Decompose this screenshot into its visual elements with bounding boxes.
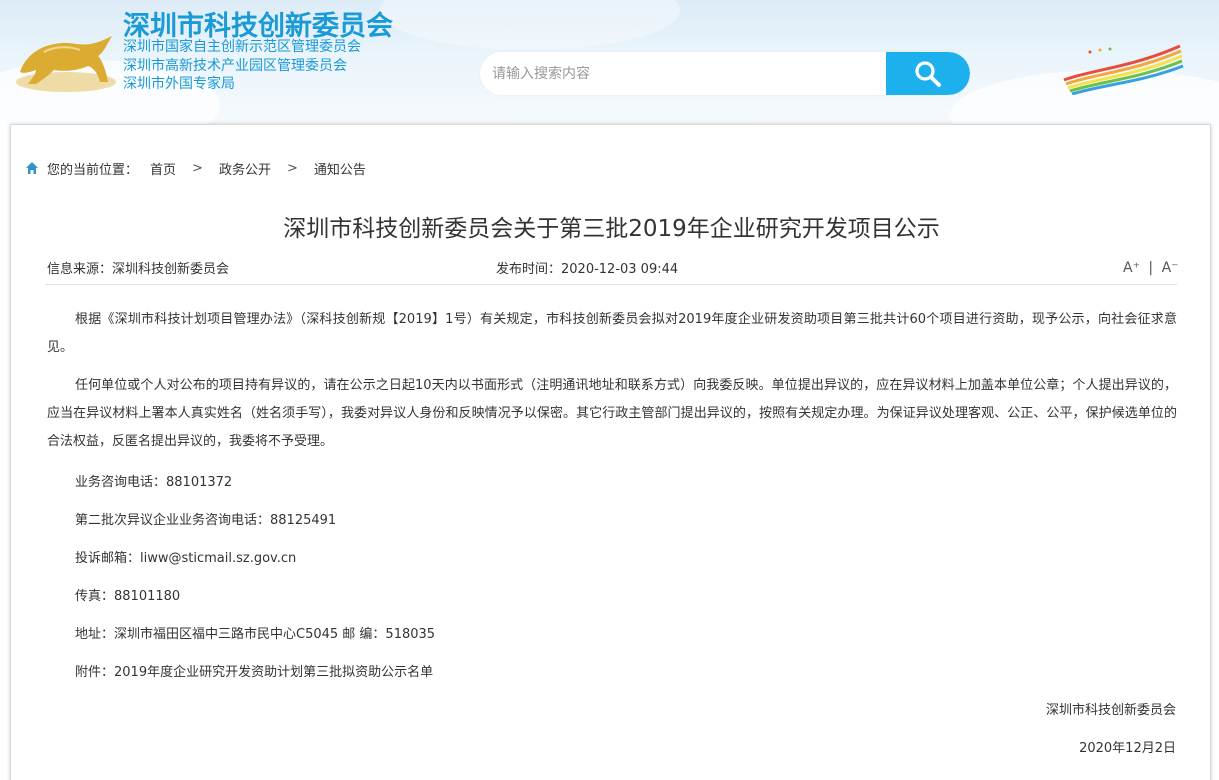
attachment-link[interactable]: 附件：2019年度企业研究开发资助计划第三批拟资助公示名单 — [75, 661, 433, 680]
search-button[interactable] — [886, 52, 970, 95]
breadcrumb-label: 您的当前位置： — [47, 162, 139, 178]
signature-organization: 深圳市科技创新委员会 — [1045, 703, 1176, 718]
breadcrumb-home[interactable]: 首页 — [150, 159, 176, 178]
article-paragraph: 根据《深圳市科技计划项目管理办法》（深科技创新规【2019】1号）有关规定，市科… — [47, 312, 1177, 355]
search-input[interactable] — [480, 52, 885, 95]
article-title: 深圳市科技创新委员会关于第三批2019年企业研究开发项目公示 — [283, 216, 940, 242]
complaint-email: 投诉邮箱：liww@sticmail.sz.gov.cn — [75, 551, 297, 566]
search-box — [480, 52, 970, 95]
office-address: 地址：深圳市福田区福中三路市民中心C5045 邮 编：518035 — [75, 627, 436, 642]
fax-number: 传真：88101180 — [75, 589, 181, 604]
meta-divider — [45, 284, 1177, 285]
info-source: 信息来源：深圳科技创新委员会 — [47, 262, 230, 277]
contact-phone: 业务咨询电话：88101372 — [75, 475, 233, 490]
breadcrumb-government-affairs[interactable]: 政务公开 — [219, 159, 271, 178]
second-batch-phone: 第二批次异议企业业务咨询电话：88125491 — [75, 513, 337, 528]
breadcrumb-separator: > — [192, 160, 203, 176]
font-decrease-button[interactable]: A⁻ — [1162, 260, 1179, 276]
font-size-control: A⁺ | A⁻ — [1123, 260, 1179, 276]
breadcrumb-notices[interactable]: 通知公告 — [314, 159, 366, 178]
cloud-decoration — [380, 0, 680, 50]
search-icon — [915, 60, 941, 87]
signature-date: 2020年12月2日 — [1079, 741, 1176, 756]
content-panel: 您的当前位置： 首页 > 政务公开 > 通知公告 深圳市科技创新委员会关于第三批… — [10, 124, 1211, 780]
article-paragraph: 任何单位或个人对公布的项目持有异议的，请在公示之日起10天内以书面形式（注明通讯… — [47, 378, 1177, 449]
site-title[interactable]: 深圳市科技创新委员会 — [123, 4, 393, 43]
sub-title-demonstration-zone: 深圳市国家自主创新示范区管理委员会 — [123, 39, 361, 55]
sub-title-hitech-park: 深圳市高新技术产业园区管理委员会 — [123, 58, 347, 74]
home-icon — [26, 162, 38, 174]
publish-time: 发布时间：2020-12-03 09:44 — [496, 262, 679, 277]
breadcrumb: 您的当前位置： 首页 > 政务公开 > 通知公告 — [25, 158, 366, 178]
rainbow-ribbon-logo-icon — [1063, 44, 1184, 95]
font-increase-button[interactable]: A⁺ — [1123, 260, 1140, 276]
site-header: 深圳市科技创新委员会 深圳市国家自主创新示范区管理委员会 深圳市高新技术产业园区… — [0, 0, 1219, 125]
sub-title-foreign-experts: 深圳市外国专家局 — [123, 76, 235, 92]
font-divider: | — [1148, 260, 1154, 276]
breadcrumb-separator: > — [286, 160, 298, 176]
bull-logo-icon[interactable] — [14, 30, 118, 94]
